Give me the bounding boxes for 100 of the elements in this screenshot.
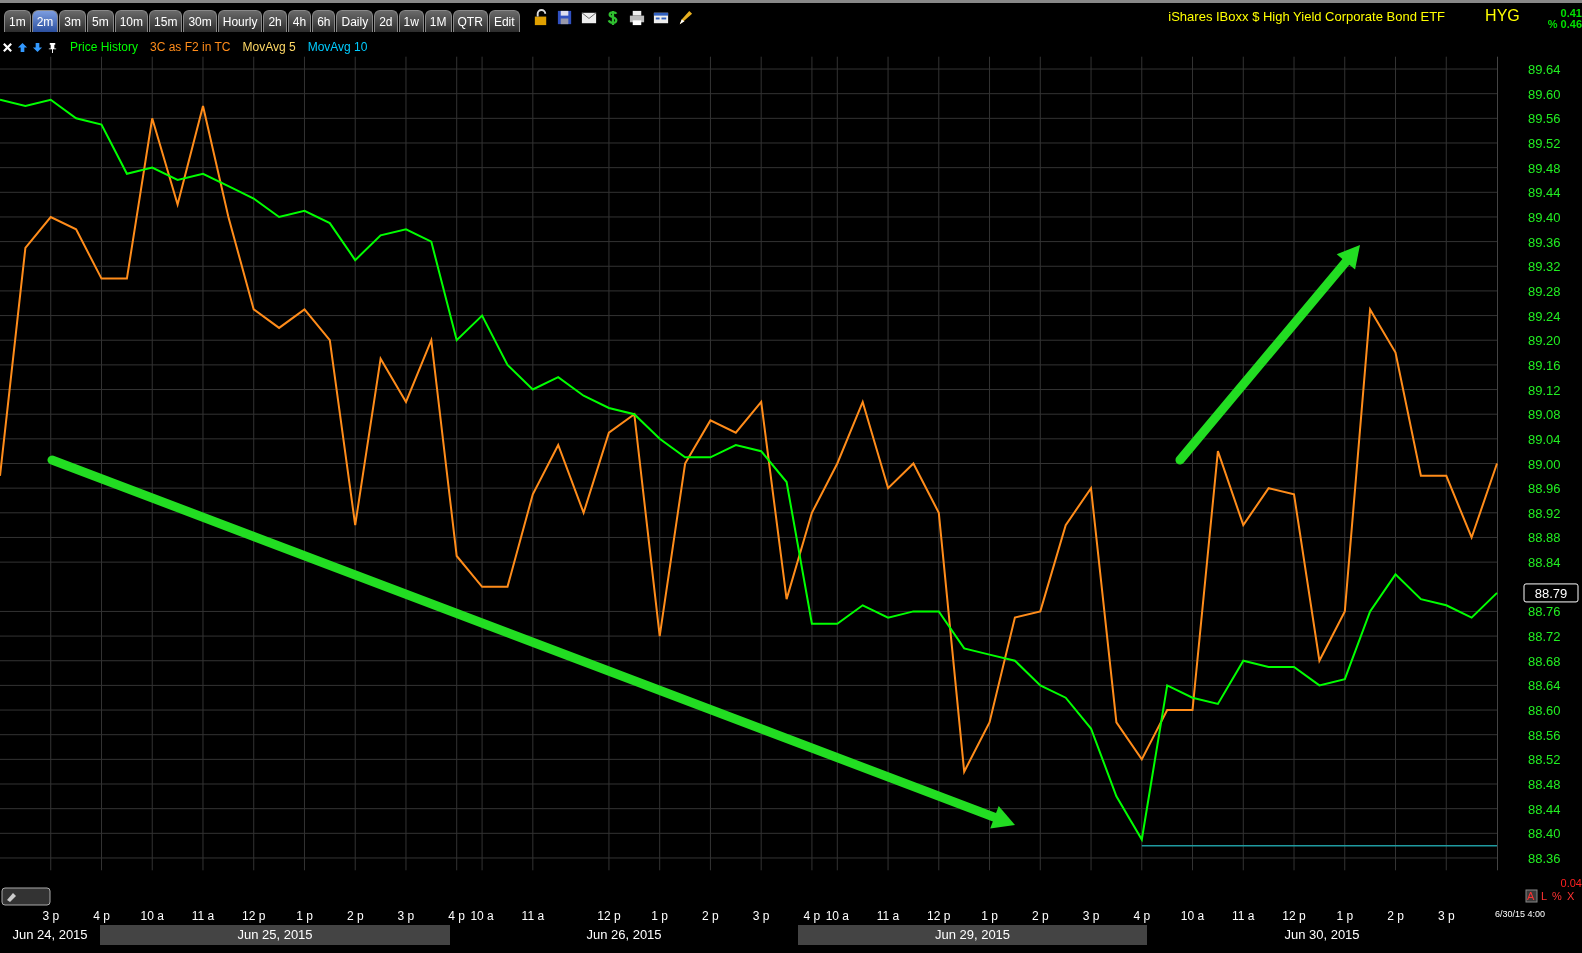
axis-label: 89.36 [1528, 234, 1561, 250]
axis-label: 88.76 [1528, 604, 1561, 620]
axis-label: 88.92 [1528, 505, 1561, 521]
axis-label: 89.56 [1528, 111, 1561, 127]
axis-label: 3 p [397, 909, 415, 923]
date-label: Jun 25, 2015 [100, 925, 450, 945]
axis-label: 88.56 [1528, 727, 1561, 743]
axis-label: 88.96 [1528, 481, 1561, 497]
indicator-value: 0.04 [1560, 877, 1582, 889]
axis-label: 89.08 [1528, 407, 1561, 423]
axis-label: 2 p [1031, 909, 1049, 923]
axis-label: 11 a [876, 909, 900, 923]
printer-icon[interactable] [627, 9, 646, 27]
axis-label: 88.40 [1528, 826, 1561, 842]
axis-label: 89.20 [1528, 333, 1561, 349]
indicator-flag[interactable]: L [1541, 890, 1548, 902]
timeframe-tab[interactable]: 10m [114, 10, 149, 32]
date-label: Jun 30, 2015 [1283, 926, 1361, 944]
axis-label: 88.60 [1528, 703, 1561, 719]
timeframe-tab[interactable]: QTR [452, 10, 488, 32]
axis-label: 3 p [1082, 909, 1100, 923]
axis-label: 10 a [825, 909, 849, 923]
save-icon[interactable] [555, 9, 574, 27]
axis-label: 88.84 [1528, 555, 1561, 571]
axis-label: 10 a [1180, 909, 1205, 923]
close-icon[interactable] [2, 41, 13, 53]
axis-label: 11 a [521, 909, 545, 923]
legend-label: MovAvg 5 [242, 39, 296, 56]
axis-label: 89.48 [1528, 160, 1561, 176]
axis-label: 1 p [651, 909, 669, 923]
axis-label: 10 a [470, 909, 494, 923]
axis-label: 88.48 [1528, 777, 1561, 792]
axis-label: 3 p [752, 909, 770, 923]
axis-label: 2 p [1387, 909, 1404, 923]
axis-label: 89.04 [1528, 431, 1561, 447]
down-arrow-icon[interactable] [32, 41, 43, 53]
timeframe-tab[interactable]: 2d [374, 10, 398, 32]
axis-label: 4 p [1133, 909, 1151, 923]
axis-label: 3 p [42, 909, 60, 923]
axis-label: 89.12 [1528, 382, 1561, 398]
timeframe-tab[interactable]: 5m [87, 10, 114, 32]
timeframe-tab[interactable]: 1m [4, 10, 31, 32]
axis-label: 88.72 [1528, 629, 1561, 645]
axis-label: 89.16 [1528, 357, 1561, 373]
axis-label: 11 a [1232, 909, 1255, 923]
timestamp: 6/30/15 4:00 [1495, 909, 1546, 919]
axis-label: 89.00 [1528, 456, 1561, 472]
axis-label: 89.52 [1528, 136, 1561, 151]
axis-label: 1 p [981, 909, 998, 923]
axis-label: 89.44 [1528, 185, 1561, 201]
up-arrow-icon[interactable] [17, 41, 28, 53]
axis-label: 1 p [1336, 909, 1354, 923]
timeframe-tab[interactable]: 4h [287, 10, 312, 32]
axis-label: 4 p [448, 909, 466, 923]
indicator-flag[interactable]: % [1552, 890, 1562, 902]
axis-label: 4 p [93, 909, 110, 923]
axis-label: 88.52 [1528, 752, 1561, 768]
axis-label: 88.88 [1528, 530, 1561, 546]
price-tag: 88.79 [1523, 583, 1579, 603]
timeframe-tab[interactable]: 3m [59, 10, 86, 32]
timeframe-tab[interactable]: 30m [183, 10, 217, 32]
timeframe-tab[interactable]: 1M [424, 10, 452, 32]
pin-icon[interactable] [47, 41, 58, 53]
indicator-flag[interactable]: X [1567, 890, 1575, 902]
legend-label: MovAvg 10 [307, 39, 368, 56]
timeframe-tab[interactable]: 1w [398, 10, 424, 32]
legend-label: Price History [70, 39, 138, 56]
axis-label: 3 p [1437, 909, 1455, 923]
change-value: 0.41 [1559, 8, 1582, 19]
axis-label: 12 p [242, 909, 266, 923]
ticker-symbol: HYG [1485, 6, 1520, 26]
axis-label: 88.68 [1528, 653, 1561, 669]
axis-label: 12 p [927, 909, 951, 923]
timeframe-tab[interactable]: Daily [336, 10, 374, 32]
date-label: Jun 24, 2015 [11, 926, 89, 944]
axis-label: 89.60 [1528, 86, 1561, 102]
axis-label: 89.32 [1528, 259, 1561, 275]
axis-label: 88.64 [1528, 678, 1561, 694]
axis-label: 89.40 [1528, 209, 1561, 225]
axis-label: 10 a [140, 909, 164, 923]
date-label: Jun 26, 2015 [585, 926, 663, 944]
scroll-thumb[interactable] [1, 887, 51, 906]
axis-label: 88.44 [1528, 801, 1561, 817]
timeframe-tab[interactable]: 6h [312, 10, 336, 32]
timeframe-tab[interactable]: Edit [488, 10, 520, 32]
date-label: Jun 29, 2015 [798, 925, 1147, 945]
instrument-name: iShares IBoxx $ High Yield Corporate Bond ETF [1168, 7, 1446, 26]
timeframe-tab[interactable]: 2h [263, 10, 287, 32]
axis-label: 12 p [597, 909, 621, 923]
axis-label: 1 p [296, 909, 313, 923]
axis-label: 89.64 [1528, 62, 1561, 78]
timeframe-tab[interactable]: 15m [149, 10, 183, 32]
timeframe-tab[interactable]: 2m [31, 10, 59, 32]
legend-label: 3C as F2 in TC [150, 39, 231, 56]
axis-label: 88.36 [1528, 850, 1561, 866]
timeframe-tab[interactable]: Hourly [217, 10, 263, 32]
change-percent: % 0.46 [1547, 19, 1582, 30]
axis-label: 89.28 [1528, 283, 1561, 299]
axis-label: 11 a [191, 909, 215, 923]
axis-label: 89.24 [1528, 308, 1561, 324]
